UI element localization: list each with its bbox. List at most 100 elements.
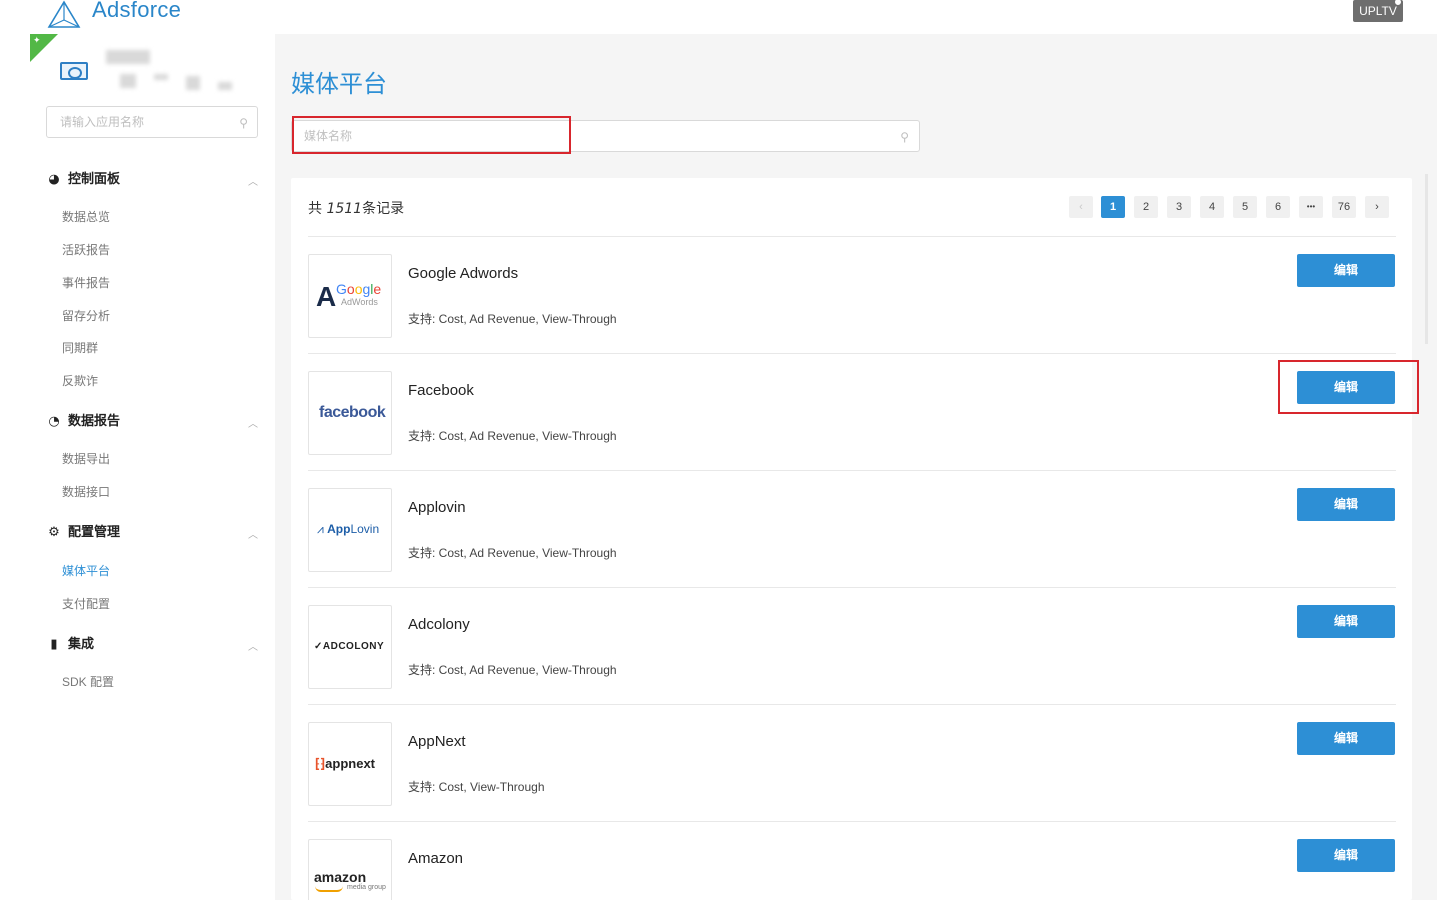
edit-button[interactable]: 编辑: [1297, 722, 1395, 755]
applovin-mark-icon: ⩘: [317, 522, 324, 536]
sidebar-item-data-export[interactable]: 数据导出: [62, 450, 110, 468]
pagination-page[interactable]: 1: [1101, 196, 1125, 218]
record-count: 共 1511条记录: [308, 198, 404, 218]
media-row: facebook Facebook 支持: Cost, Ad Revenue, …: [308, 354, 1396, 471]
media-row: amazon media group Amazon 编辑: [308, 822, 1396, 900]
media-name: Google Adwords: [408, 265, 519, 282]
pagination-next[interactable]: ›: [1365, 196, 1389, 218]
sidebar-item-media-platform[interactable]: 媒体平台: [62, 562, 110, 580]
adcolony-logo: ✓ADCOLONY: [308, 605, 392, 689]
pagination-page[interactable]: 5: [1233, 196, 1257, 218]
appnext-wordmark: ⁅⁆appnext: [315, 756, 375, 772]
amazon-smile-icon: [315, 886, 343, 892]
pagination-prev[interactable]: ‹: [1069, 196, 1093, 218]
pagination-page[interactable]: 4: [1200, 196, 1224, 218]
app-name-redacted: [100, 50, 240, 92]
amazon-wordmark: amazon: [314, 869, 367, 885]
edit-button[interactable]: 编辑: [1297, 605, 1395, 638]
adwords-mark: A: [316, 281, 337, 312]
amazon-logo: amazon media group: [308, 839, 392, 900]
appnext-word: appnext: [325, 756, 375, 771]
sidebar-item-anti-fraud[interactable]: 反欺诈: [62, 372, 98, 390]
sidebar-item-cohort[interactable]: 同期群: [62, 339, 98, 357]
top-bar: Adsforce UPLTV: [0, 0, 1437, 34]
media-name: Amazon: [408, 850, 464, 867]
nav-group-data-report[interactable]: ◔ 数据报告: [46, 412, 120, 432]
appnext-logo: ⁅⁆appnext: [308, 722, 392, 806]
nav-group-label: 控制面板: [68, 172, 121, 187]
sidebar-item-active-report[interactable]: 活跃报告: [62, 241, 110, 259]
highlight-box-search: [292, 116, 571, 154]
media-name: Adcolony: [408, 616, 470, 633]
highlight-box-edit: [1278, 360, 1419, 414]
pagination-ellipsis[interactable]: •••: [1299, 196, 1323, 218]
edit-button[interactable]: 编辑: [1297, 254, 1395, 287]
applovin-wordmark: ⩘ AppLovin: [317, 522, 379, 537]
total-prefix: 共: [308, 201, 327, 217]
media-row: ⁅⁆appnext AppNext 支持: Cost, View-Through…: [308, 705, 1396, 822]
logo-text[interactable]: Adsforce: [92, 0, 181, 23]
sidebar-item-data-overview[interactable]: 数据总览: [62, 208, 110, 226]
pagination-page[interactable]: 76: [1332, 196, 1356, 218]
media-name: Facebook: [408, 382, 474, 399]
pagination-page[interactable]: 3: [1167, 196, 1191, 218]
adcolony-mark-icon: ✓: [314, 641, 323, 652]
total-suffix: 条记录: [362, 201, 405, 217]
media-support: 支持: Cost, View-Through: [408, 780, 545, 794]
google-adwords-logo: A Google AdWords: [308, 254, 392, 338]
chevron-up-icon[interactable]: ︿: [248, 638, 258, 653]
search-icon[interactable]: ⚲: [239, 108, 248, 138]
adsforce-logo-icon: [47, 0, 81, 28]
sidebar-item-payment-config[interactable]: 支付配置: [62, 595, 110, 613]
pagination-page[interactable]: 6: [1266, 196, 1290, 218]
total-count: 1511: [326, 201, 363, 217]
google-wordmark: Google: [336, 281, 382, 297]
media-support: 支持: Cost, Ad Revenue, View-Through: [408, 546, 617, 560]
adwords-wordmark: AdWords: [341, 297, 378, 307]
media-support: 支持: Cost, Ad Revenue, View-Through: [408, 312, 617, 326]
nav-group-config[interactable]: ⚙ 配置管理: [46, 523, 120, 543]
facebook-logo: facebook: [308, 371, 392, 455]
chevron-up-icon[interactable]: ︿: [248, 173, 258, 188]
media-row: ⩘ AppLovin Applovin 支持: Cost, Ad Revenue…: [308, 471, 1396, 588]
page-title: 媒体平台: [291, 70, 387, 98]
media-support: 支持: Cost, Ad Revenue, View-Through: [408, 429, 617, 443]
bar-chart-icon: ▮: [50, 637, 58, 652]
edit-button[interactable]: 编辑: [1297, 488, 1395, 521]
applovin-word-bold: App: [327, 522, 351, 536]
applovin-word: Lovin: [350, 522, 380, 536]
search-icon[interactable]: ⚲: [900, 122, 909, 152]
nav-group-label: 集成: [68, 637, 95, 652]
applovin-logo: ⩘ AppLovin: [308, 488, 392, 572]
media-name: AppNext: [408, 733, 466, 750]
nav-group-label: 数据报告: [68, 414, 121, 429]
sidebar-item-retention[interactable]: 留存分析: [62, 307, 110, 325]
app-search-input[interactable]: 请输入应用名称 ⚲: [46, 106, 258, 138]
facebook-wordmark: facebook: [319, 404, 386, 421]
media-list-card: 共 1511条记录 ‹ 1 2 3 4 5 6 ••• 76 › A Googl…: [291, 178, 1412, 900]
media-support: 支持: Cost, Ad Revenue, View-Through: [408, 663, 617, 677]
appnext-mark-icon: ⁅⁆: [315, 756, 326, 771]
sidebar: ✦ 请输入应用名称 ⚲ ◕ 控制面板 ︿ 数据总览 活跃报告 事件报告 留存分析 …: [0, 34, 275, 900]
main-content: 媒体平台 媒体名称 ⚲ 共 1511条记录 ‹ 1 2 3 4 5 6 ••• …: [275, 34, 1437, 900]
media-row: A Google AdWords Google Adwords 支持: Cost…: [308, 237, 1396, 354]
sidebar-item-sdk-config[interactable]: SDK 配置: [62, 673, 114, 691]
pagination-page[interactable]: 2: [1134, 196, 1158, 218]
sidebar-item-data-api[interactable]: 数据接口: [62, 483, 110, 501]
sidebar-item-event-report[interactable]: 事件报告: [62, 274, 110, 292]
app-icon[interactable]: [60, 62, 88, 80]
adcolony-word: ADCOLONY: [322, 641, 385, 652]
scrollbar[interactable]: [1425, 174, 1428, 344]
gear-icon: ⚙: [48, 525, 60, 540]
amazon-media-group: media group: [347, 884, 386, 891]
chevron-up-icon[interactable]: ︿: [248, 526, 258, 541]
media-name: Applovin: [408, 499, 466, 516]
pie-chart-icon: ◔: [48, 414, 60, 429]
chevron-up-icon[interactable]: ︿: [248, 415, 258, 430]
dashboard-icon: ◕: [48, 172, 60, 187]
nav-group-integration[interactable]: ▮ 集成: [46, 635, 94, 655]
android-icon: ✦: [33, 36, 41, 46]
edit-button[interactable]: 编辑: [1297, 839, 1395, 872]
nav-group-dashboard[interactable]: ◕ 控制面板: [46, 170, 120, 190]
adcolony-wordmark: ✓ADCOLONY: [314, 641, 384, 652]
